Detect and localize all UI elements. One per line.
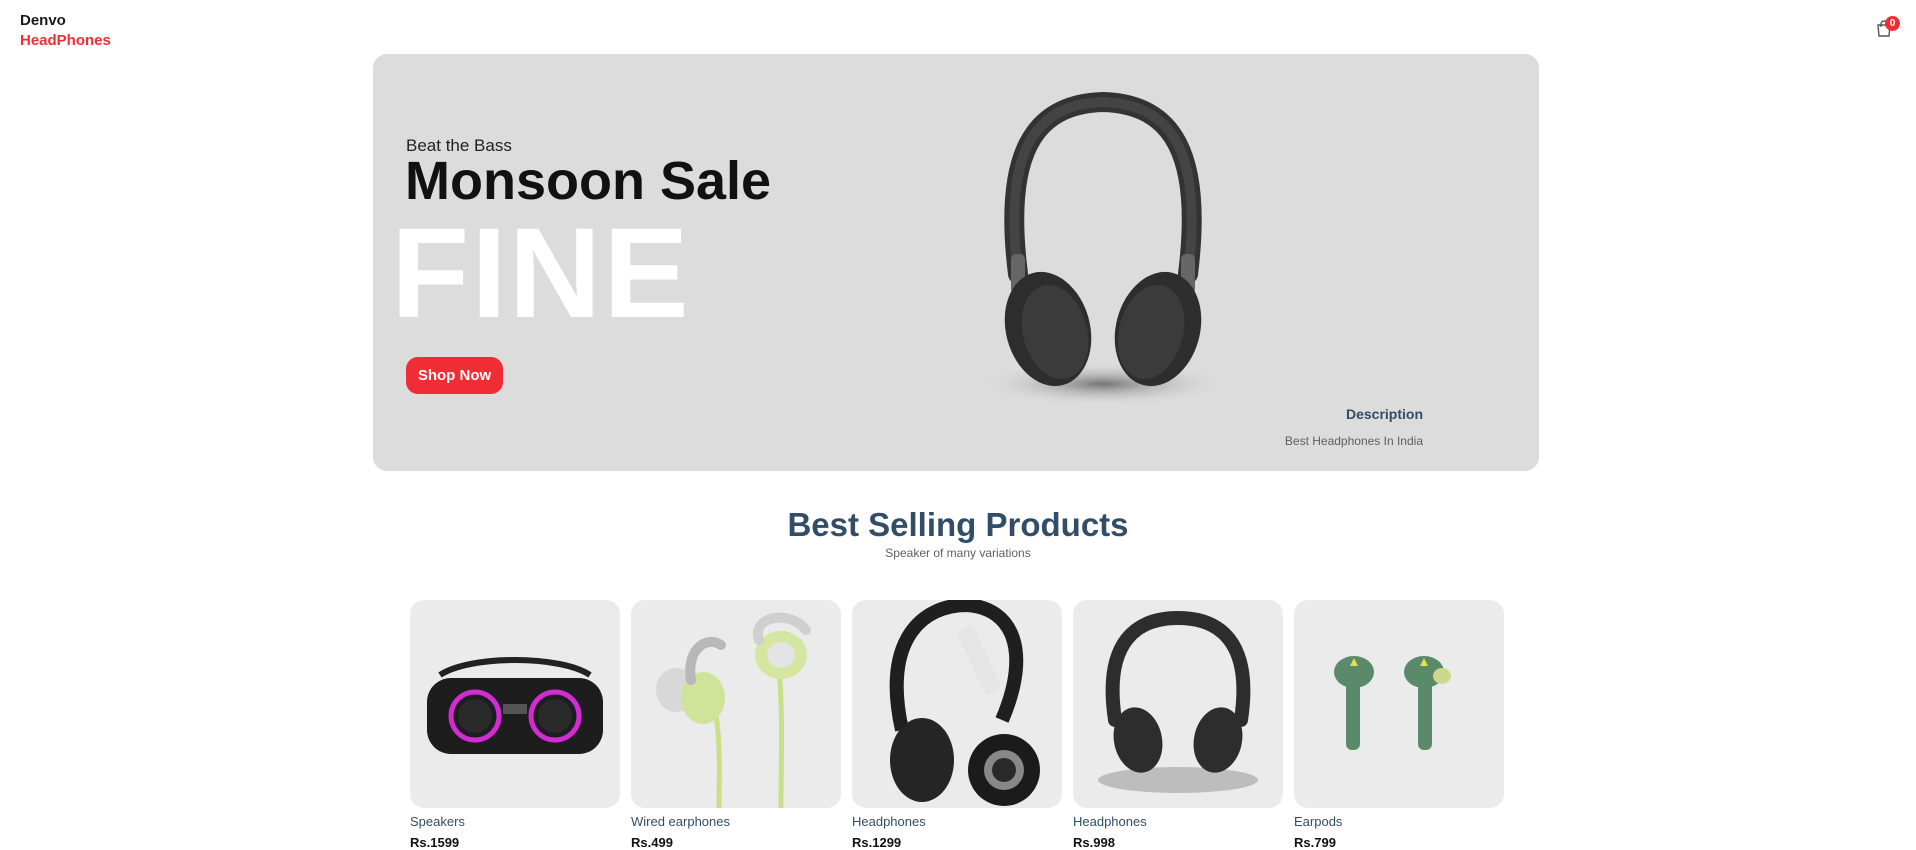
product-name[interactable]: Earpods: [1294, 814, 1504, 829]
product-image[interactable]: [631, 600, 841, 808]
products-subtitle: Speaker of many variations: [885, 546, 1031, 560]
product-price: Rs.499: [631, 835, 673, 850]
product-card[interactable]: Headphones Rs.1299: [852, 600, 1062, 850]
hero-banner: Beat the Bass Monsoon Sale FINE Shop Now…: [373, 54, 1539, 471]
description-title: Description: [1345, 406, 1423, 422]
cart-button[interactable]: 0: [1872, 16, 1900, 42]
product-image[interactable]: [852, 600, 1062, 808]
headphones-image: [889, 600, 1040, 806]
hero-large-text: FINE: [391, 202, 691, 345]
logo[interactable]: Denvo HeadPhones: [20, 11, 111, 51]
product-card[interactable]: Wired earphones Rs.499: [631, 600, 841, 850]
product-price: Rs.1599: [410, 835, 460, 850]
product-image[interactable]: [1073, 600, 1283, 808]
product-card[interactable]: Earpods Rs.799: [1294, 600, 1504, 850]
product-name[interactable]: Speakers: [410, 814, 620, 829]
product-list: Speakers Rs.1599 Wired earphones Rs.499: [410, 600, 1510, 850]
product-image[interactable]: [1294, 600, 1504, 808]
products-title: Best Selling Products: [787, 506, 1129, 543]
earphones-image: [656, 612, 811, 808]
earpods-image: [1334, 656, 1451, 750]
product-card[interactable]: Headphones Rs.998: [1073, 600, 1283, 850]
product-price: Rs.998: [1073, 835, 1115, 850]
product-name[interactable]: Wired earphones: [631, 814, 841, 829]
speaker-image: [427, 657, 603, 754]
products-heading: Best Selling Products Speaker of many va…: [0, 506, 1916, 560]
navbar: Denvo HeadPhones 0: [0, 0, 1916, 54]
product-name[interactable]: Headphones: [852, 814, 1062, 829]
product-name[interactable]: Headphones: [1073, 814, 1283, 829]
hero-description: Description Best Headphones In India: [1285, 406, 1423, 448]
product-price: Rs.799: [1294, 835, 1336, 850]
product-image[interactable]: [410, 600, 620, 808]
shop-now-button[interactable]: Shop Now: [406, 357, 503, 394]
headphones-image: [978, 91, 1228, 404]
headphones-image: [1098, 610, 1258, 793]
cart-count-badge: 0: [1885, 16, 1900, 31]
description-text: Best Headphones In India: [1284, 434, 1423, 448]
logo-line-2[interactable]: HeadPhones: [20, 31, 111, 51]
product-card[interactable]: Speakers Rs.1599: [410, 600, 620, 850]
logo-line-1[interactable]: Denvo: [20, 11, 111, 31]
product-price: Rs.1299: [852, 835, 902, 850]
